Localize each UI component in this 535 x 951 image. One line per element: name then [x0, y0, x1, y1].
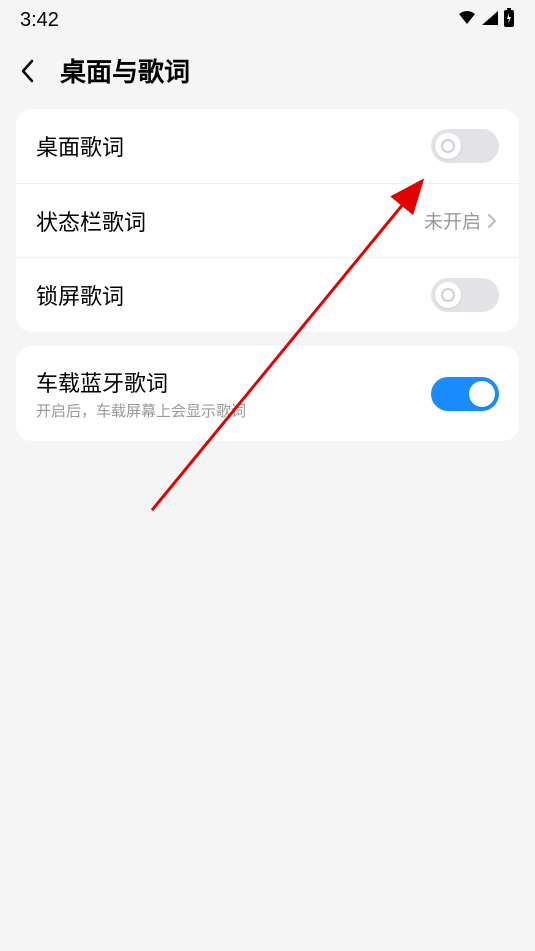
chevron-right-icon — [485, 214, 499, 228]
row-statusbar-lyrics[interactable]: 状态栏歌词 未开启 — [16, 183, 519, 257]
status-bar: 3:42 — [0, 0, 535, 36]
page-header: 桌面与歌词 — [0, 36, 535, 109]
toggle-car-bluetooth-lyrics[interactable] — [431, 377, 499, 411]
status-icons — [457, 8, 515, 33]
row-label: 状态栏歌词 — [36, 205, 146, 237]
row-label: 锁屏歌词 — [36, 279, 124, 311]
row-car-bluetooth-lyrics[interactable]: 车载蓝牙歌词 开启后，车载屏幕上会显示歌词 — [16, 346, 519, 441]
row-desktop-lyrics[interactable]: 桌面歌词 — [16, 109, 519, 183]
battery-icon — [503, 8, 515, 33]
row-label: 桌面歌词 — [36, 130, 124, 162]
toggle-desktop-lyrics[interactable] — [431, 129, 499, 163]
row-value: 未开启 — [424, 207, 481, 234]
page-title: 桌面与歌词 — [60, 52, 190, 89]
wifi-icon — [457, 10, 477, 31]
signal-icon — [481, 10, 499, 31]
row-sublabel: 开启后，车载屏幕上会显示歌词 — [36, 400, 246, 421]
status-time: 3:42 — [20, 9, 59, 32]
row-lockscreen-lyrics[interactable]: 锁屏歌词 — [16, 257, 519, 332]
back-icon[interactable] — [16, 59, 40, 83]
settings-group-bluetooth: 车载蓝牙歌词 开启后，车载屏幕上会显示歌词 — [16, 346, 519, 441]
toggle-lockscreen-lyrics[interactable] — [431, 278, 499, 312]
settings-group-lyrics: 桌面歌词 状态栏歌词 未开启 锁屏歌词 — [16, 109, 519, 332]
row-label: 车载蓝牙歌词 — [36, 366, 246, 398]
